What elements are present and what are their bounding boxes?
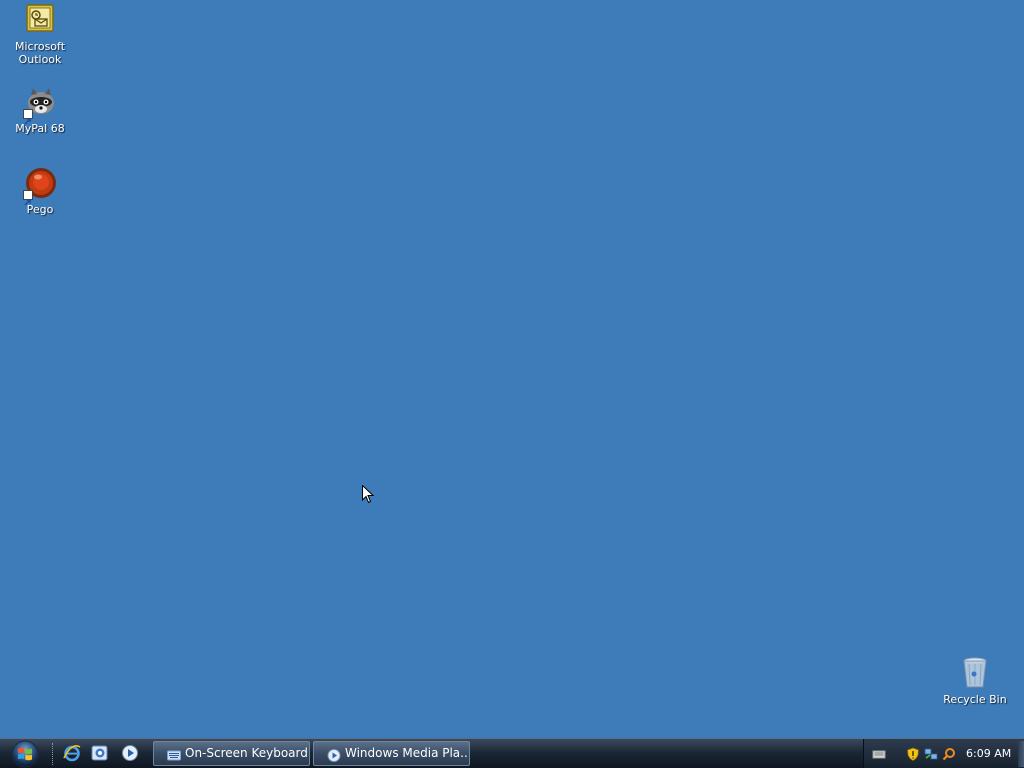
network-icon[interactable] bbox=[924, 746, 938, 760]
mouse-pointer-icon bbox=[362, 484, 375, 504]
desktop-icon-microsoft-outlook[interactable]: Microsoft Outlook bbox=[2, 3, 78, 66]
keyboard-icon bbox=[167, 747, 181, 761]
desktop-icon-label: Recycle Bin bbox=[943, 693, 1007, 706]
taskbar-button-windows-media-player[interactable]: Windows Media Pla... bbox=[313, 741, 470, 766]
taskbar-button-on-screen-keyboard[interactable]: On-Screen Keyboard bbox=[153, 741, 310, 766]
task-label: On-Screen Keyboard bbox=[185, 746, 308, 760]
desktop[interactable]: Microsoft Outlook MyPal 68 Pego Recycle … bbox=[0, 0, 1024, 738]
quick-launch-separator bbox=[52, 743, 55, 765]
recycle-bin-icon bbox=[958, 656, 992, 690]
mypal-raccoon-icon bbox=[23, 85, 57, 125]
desktop-icon-label: Pego bbox=[26, 203, 54, 216]
shortcut-arrow-icon bbox=[23, 190, 33, 206]
start-button[interactable] bbox=[6, 740, 44, 768]
app-launcher-icon[interactable] bbox=[91, 744, 109, 762]
keyboard-tray-icon[interactable] bbox=[872, 746, 886, 760]
windows-start-orb-icon bbox=[11, 740, 39, 768]
desktop-icon-label: Microsoft Outlook bbox=[14, 40, 66, 66]
desktop-icon-mypal[interactable]: MyPal 68 bbox=[2, 85, 78, 135]
outlook-icon bbox=[23, 3, 57, 37]
show-desktop-button[interactable] bbox=[1018, 741, 1024, 767]
pego-orb-icon bbox=[23, 166, 57, 206]
media-player-icon[interactable] bbox=[121, 744, 139, 762]
security-shield-icon[interactable] bbox=[906, 746, 920, 761]
windows-media-player-icon bbox=[327, 747, 341, 762]
shortcut-arrow-icon bbox=[23, 109, 33, 125]
notification-area: 6:09 AM bbox=[863, 739, 1024, 768]
task-label: Windows Media Pla... bbox=[345, 746, 470, 760]
taskbar: On-Screen Keyboard Windows Media Pla... bbox=[0, 738, 1024, 768]
taskbar-clock[interactable]: 6:09 AM bbox=[966, 739, 1011, 768]
internet-explorer-icon[interactable] bbox=[63, 744, 81, 762]
desktop-icon-label: MyPal 68 bbox=[15, 122, 65, 135]
desktop-icon-pego[interactable]: Pego bbox=[2, 166, 78, 216]
desktop-icon-recycle-bin[interactable]: Recycle Bin bbox=[937, 656, 1013, 706]
search-icon[interactable] bbox=[942, 746, 956, 761]
